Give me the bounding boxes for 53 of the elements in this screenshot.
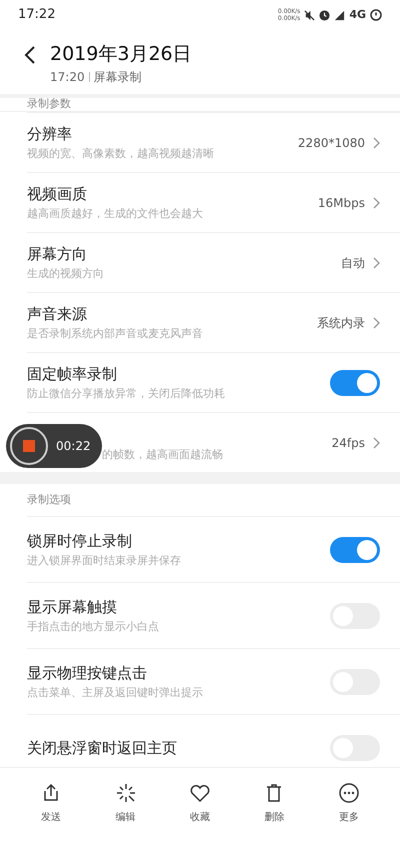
chevron-icon (373, 256, 380, 268)
setting-description: 是否录制系统内部声音或麦克风声音 (27, 326, 204, 342)
setting-value: 16Mbps (318, 194, 365, 212)
alarm-icon (319, 10, 330, 20)
mute-icon (304, 10, 316, 20)
back-icon[interactable] (24, 46, 36, 64)
recording-pill[interactable]: 00:22 (6, 424, 102, 468)
stop-button[interactable] (10, 427, 48, 465)
setting-title: 关闭悬浮窗时返回主页 (27, 738, 178, 758)
toolbar-button[interactable]: 删除 (246, 782, 302, 825)
app-name: 屏幕录制 (94, 69, 142, 86)
setting-description: 越高画质越好，生成的文件也会越大 (27, 206, 204, 222)
more-icon (338, 782, 360, 804)
setting-description: 的帧数，越高画面越流畅 (102, 446, 224, 462)
setting-value: 24fps (332, 434, 365, 452)
stop-icon (23, 440, 35, 452)
setting-title: 显示屏幕触摸 (27, 596, 118, 616)
heart-icon (188, 782, 211, 804)
setting-value: 系统内录 (317, 314, 365, 332)
chevron-icon (373, 316, 380, 328)
sparkle-icon (114, 782, 137, 804)
signal-icon (334, 10, 346, 20)
toolbar-button[interactable]: 更多 (320, 782, 377, 825)
setting-title: 屏幕方向 (27, 244, 88, 264)
chevron-icon (373, 196, 380, 208)
setting-title: 显示物理按键点击 (27, 662, 148, 682)
network-type: 4G (349, 6, 366, 23)
chevron-icon (373, 436, 380, 448)
setting-title: 锁屏时停止录制 (27, 530, 133, 550)
record-time: 17:20 (50, 69, 85, 86)
setting-title: 分辨率 (27, 124, 73, 144)
setting-description: 手指点击的地方显示小白点 (27, 618, 160, 634)
setting-description: 点击菜单、主屏及返回键时弹出提示 (27, 684, 204, 700)
setting-title: 固定帧率录制 (27, 364, 118, 384)
chevron-icon (373, 136, 380, 148)
toolbar-button[interactable]: 收藏 (172, 782, 228, 825)
page-title: 2019年3月26日 (50, 42, 192, 66)
setting-value: 2280*1080 (298, 134, 365, 152)
setting-title: 视频画质 (27, 184, 88, 204)
setting-value: 自动 (341, 254, 365, 272)
setting-description: 防止微信分享播放异常，关闭后降低功耗 (27, 386, 226, 402)
toolbar-button[interactable]: 发送 (23, 782, 80, 825)
toggle-switch[interactable] (330, 536, 380, 562)
toolbar-button[interactable]: 编辑 (98, 782, 154, 825)
setting-description: 生成的视频方向 (27, 266, 105, 282)
section-label: 录制选项 (27, 493, 71, 507)
setting-description: 视频的宽、高像素数，越高视频越清晰 (27, 146, 215, 162)
section-label: 录制参数 (27, 98, 71, 111)
status-time: 17:22 (18, 6, 56, 24)
setting-title: 声音来源 (27, 304, 88, 324)
setting-description: 进入锁屏界面时结束录屏并保存 (27, 552, 182, 568)
recording-timer: 00:22 (56, 438, 91, 455)
toggle-switch[interactable] (330, 370, 380, 396)
